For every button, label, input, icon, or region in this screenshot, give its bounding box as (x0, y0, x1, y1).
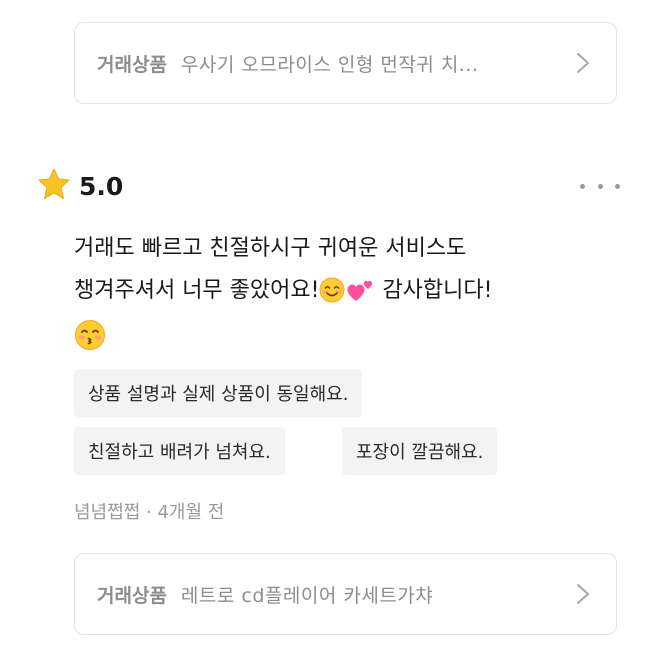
trade-product-name: 레트로 cd플레이어 카세트가챠 (180, 584, 434, 607)
review-text-segment: 감사합니다! (375, 278, 493, 303)
chevron-right-icon (572, 52, 594, 74)
trade-product-card-bottom[interactable]: 거래상품 레트로 cd플레이어 카세트가챠 (74, 553, 617, 635)
chevron-right-icon (572, 583, 594, 605)
rating-value: 5.0 (79, 171, 124, 201)
review-tag: 상품 설명과 실제 상품이 동일해요. (74, 369, 363, 417)
trade-product-label: 거래상품 (97, 584, 167, 607)
review-tag: 포장이 깔끔해요. (342, 427, 498, 475)
review-text-segment: 챙겨주셔서 너무 좋았어요! (74, 278, 320, 303)
kissing-face-icon (74, 319, 106, 366)
review-rating: 5.0 (37, 166, 123, 206)
review-time: 4개월 전 (157, 502, 225, 523)
trade-product-card-top[interactable]: 거래상품 우사기 오므라이스 인형 먼작귀 치... (74, 22, 617, 104)
smiling-face-icon (319, 276, 345, 318)
review-author: 념념쩝쩝 (74, 502, 141, 523)
review-text-line: 거래도 빠르고 친절하시구 귀여운 서비스도 (74, 236, 467, 261)
trade-product-name: 우사기 오므라이스 인형 먼작귀 치... (180, 53, 479, 76)
more-dot-icon (597, 183, 603, 189)
more-dot-icon (580, 183, 585, 189)
meta-separator: · (145, 502, 152, 523)
review-text-line (74, 318, 614, 366)
more-dot-icon (615, 183, 620, 189)
more-options-button[interactable] (580, 176, 620, 196)
review-text-line: 챙겨주셔서 너무 좋았어요! 감사합니다! (74, 270, 614, 318)
star-icon (37, 167, 71, 205)
trade-product-label: 거래상품 (97, 53, 167, 76)
review-tag: 친절하고 배려가 넘쳐요. (74, 427, 285, 475)
two-hearts-icon (345, 276, 375, 318)
review-meta: 념념쩝쩝 · 4개월 전 (74, 498, 224, 524)
review-text: 거래도 빠르고 친절하시구 귀여운 서비스도 챙겨주셔서 너무 좋았어요! 감사… (74, 228, 614, 366)
